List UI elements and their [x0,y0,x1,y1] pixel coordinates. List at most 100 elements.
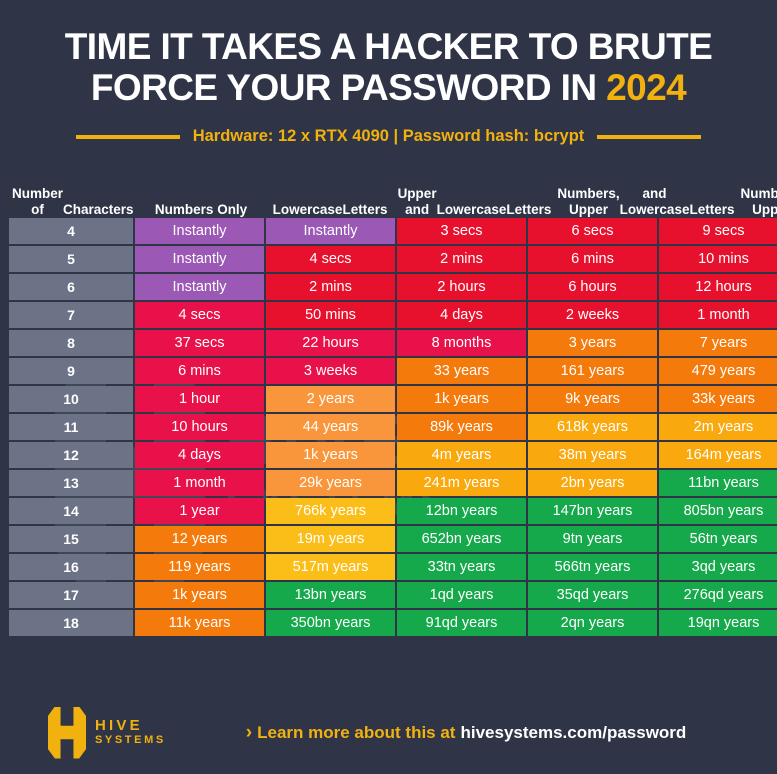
crack-time-cell: 9tn years [528,526,657,552]
crack-time-cell: 10 hours [135,414,264,440]
crack-time-cell: 37 secs [135,330,264,356]
table-row: 4 Instantly Instantly 3 secs 6 secs 9 secs [9,218,777,244]
character-count-cell: 14 [9,498,133,524]
crack-time-cell: 13bn years [266,582,395,608]
crack-time-cell: 3 years [528,330,657,356]
crack-time-cell: Instantly [266,218,395,244]
crack-time-cell: 2 hours [397,274,526,300]
title-line-2: FORCE YOUR PASSWORD IN [90,67,597,108]
divider-left [75,134,180,139]
table-body: 4 Instantly Instantly 3 secs 6 secs 9 secs 5 In… [9,218,777,636]
crack-time-cell: 12 hours [659,274,777,300]
crack-time-cell: 1 hour [135,386,264,412]
title-line-1: TIME IT TAKES A HACKER TO BRUTE [64,26,713,67]
crack-time-cell: 2 years [266,386,395,412]
learn-more-link[interactable]: › Learn more about this at hivesystems.c… [246,723,687,743]
title-year: 2024 [606,67,687,108]
crack-time-cell: 517m years [266,554,395,580]
crack-time-cell: 1 year [135,498,264,524]
crack-time-cell: 1 month [135,470,264,496]
crack-time-cell: 6 mins [528,246,657,272]
crack-time-cell: 29k years [266,470,395,496]
crack-time-cell: 4m years [397,442,526,468]
character-count-cell: 18 [9,610,133,636]
character-count-cell: 6 [9,274,133,300]
crack-time-cell: 766k years [266,498,395,524]
cta-url: hivesystems.com/password [460,722,687,742]
crack-time-cell: 3qd years [659,554,777,580]
hive-systems-logo[interactable]: HIVE SYSTEMS [48,706,166,759]
crack-time-cell: 10 mins [659,246,777,272]
crack-time-cell: 35qd years [528,582,657,608]
crack-time-cell: 350bn years [266,610,395,636]
logo-wordmark: HIVE SYSTEMS [95,718,166,747]
crack-time-cell: 33tn years [397,554,526,580]
crack-time-cell: 276qd years [659,582,777,608]
crack-time-cell: 8 months [397,330,526,356]
character-count-cell: 12 [9,442,133,468]
table-row: 14 1 year 766k years 12bn years 147bn years 8… [9,498,777,524]
crack-time-cell: 805bn years [659,498,777,524]
crack-time-cell: 6 hours [528,274,657,300]
crack-time-cell: 33k years [659,386,777,412]
crack-time-cell: 22 hours [266,330,395,356]
crack-time-cell: 12 years [135,526,264,552]
column-header-5: Numbers, Upperand LowercaseLetters, Symb… [740,186,777,217]
crack-time-cell: 19qn years [659,610,777,636]
crack-time-cell: 6 mins [135,358,264,384]
crack-time-cell: 119 years [135,554,264,580]
table-header-row: Number of Characters Numbers Only Lowercase… [9,160,777,218]
table-row: 15 12 years 19m years 652bn years 9tn years 5… [9,526,777,552]
column-header-3: Upper and Lowercase Letters [397,186,552,217]
character-count-cell: 9 [9,358,133,384]
character-count-cell: 13 [9,470,133,496]
table-row: 13 1 month 29k years 241m years 2bn years 11b… [9,470,777,496]
column-header-2: Lowercase Letters [272,202,388,217]
column-header-4: Numbers, Upper and Lowercase Letters [557,186,735,217]
column-header-1: Numbers Only [154,202,248,217]
crack-time-cell: Instantly [135,274,264,300]
table-row: 18 11k years 350bn years 91qd years 2qn year… [9,610,777,636]
crack-time-cell: 2m years [659,414,777,440]
crack-time-cell: 56tn years [659,526,777,552]
crack-time-cell: 2 mins [397,246,526,272]
table-row: 8 37 secs 22 hours 8 months 3 years 7 years [9,330,777,356]
hardware-hash-subtitle: Hardware: 12 x RTX 4090 | Password hash:… [192,127,585,145]
crack-time-cell: Instantly [135,246,264,272]
crack-time-cell: 38m years [528,442,657,468]
character-count-cell: 15 [9,526,133,552]
table-row: 10 1 hour 2 years 1k years 9k years 33k years [9,386,777,412]
cta-label: Learn more about this at [257,722,456,742]
crack-time-cell: 1qd years [397,582,526,608]
crack-time-cell: 91qd years [397,610,526,636]
crack-time-cell: 12bn years [397,498,526,524]
crack-time-cell: 2 weeks [528,302,657,328]
table-row: 12 4 days 1k years 4m years 38m years 164m ye… [9,442,777,468]
crack-time-cell: 161 years [528,358,657,384]
crack-time-cell: 11bn years [659,470,777,496]
crack-time-cell: 4 secs [135,302,264,328]
divider-right [597,134,702,139]
character-count-cell: 16 [9,554,133,580]
crack-time-cell: 1k years [397,386,526,412]
character-count-cell: 7 [9,302,133,328]
crack-time-cell: Instantly [135,218,264,244]
crack-time-cell: 2 mins [266,274,395,300]
crack-time-cell: 89k years [397,414,526,440]
character-count-cell: 8 [9,330,133,356]
infographic-footer: HIVE SYSTEMS › Learn more about this at … [0,691,777,774]
table-row: 17 1k years 13bn years 1qd years 35qd years 2… [9,582,777,608]
crack-time-cell: 479 years [659,358,777,384]
logo-hive-text: HIVE [95,717,143,734]
table-row: 96 mins 3 weeks 33 years 161 years 479 years [9,358,777,384]
crack-time-cell: 33 years [397,358,526,384]
crack-time-cell: 3 secs [397,218,526,244]
crack-time-cell: 1k years [135,582,264,608]
table-row: 6 Instantly 2 mins 2 hours 6 hours 12 hours [9,274,777,300]
crack-time-cell: 164m years [659,442,777,468]
hive-hexagon-h-icon [48,706,86,759]
table-row: 5 Instantly 4 secs 2 mins 6 mins 10 mins [9,246,777,272]
character-count-cell: 11 [9,414,133,440]
crack-time-cell: 7 years [659,330,777,356]
crack-time-cell: 6 secs [528,218,657,244]
